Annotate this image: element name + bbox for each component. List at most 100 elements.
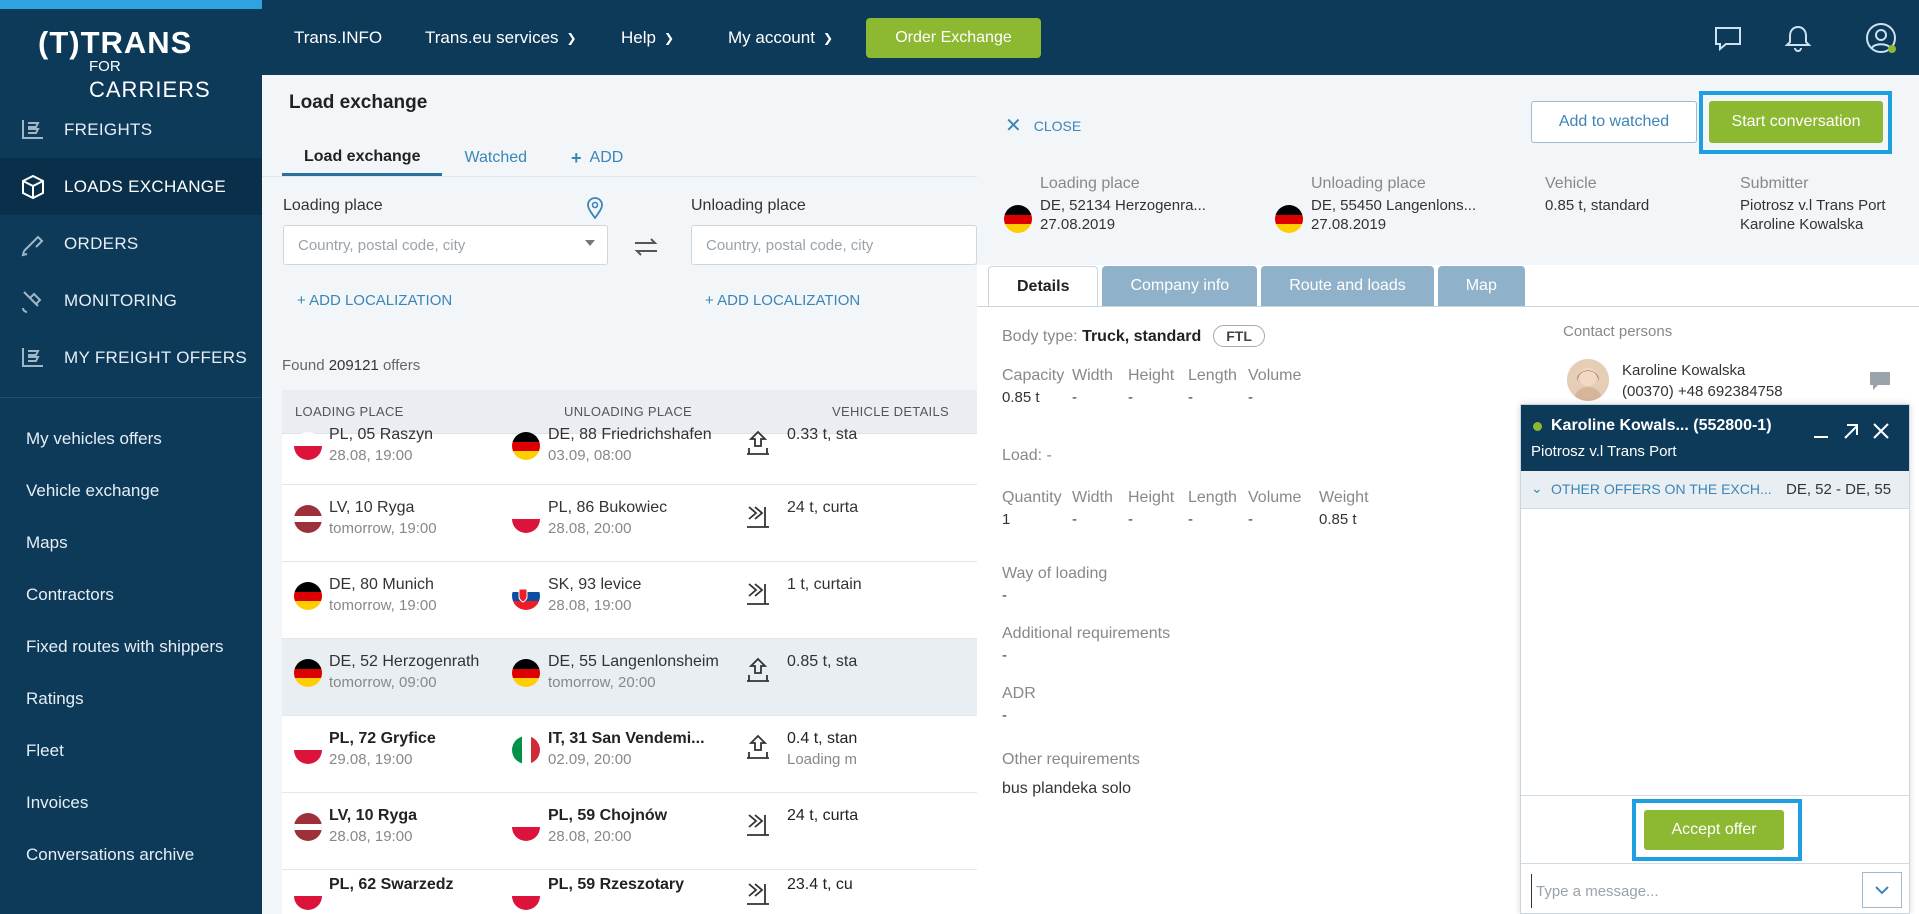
menu-trans-services[interactable]: Trans.eu services ❯	[425, 0, 577, 75]
summary-loading-date: 27.08.2019	[1040, 216, 1116, 233]
table-row[interactable]: DE, 52 Herzogenrath tomorrow, 09:00 DE, 55…	[282, 639, 977, 716]
load-weight-label: Weight	[1319, 489, 1369, 506]
table-row[interactable]: LV, 10 Ryga 28.08, 19:00 PL, 59 Chojnów 28.…	[282, 793, 977, 870]
table-row[interactable]: PL, 72 Gryfice 29.08, 19:00 IT, 31 San Ven…	[282, 716, 977, 793]
order-exchange-button[interactable]: Order Exchange	[866, 18, 1041, 58]
summary-loading-place: DE, 52134 Herzogenra...	[1040, 197, 1206, 214]
sidebar-item-invoices[interactable]: Invoices	[0, 777, 262, 829]
bell-icon[interactable]	[1782, 22, 1814, 54]
flag-pl-icon	[512, 505, 540, 533]
row-unloading-place: DE, 88 Friedrichshafen	[548, 426, 712, 443]
summary-unloading-date: 27.08.2019	[1311, 216, 1387, 233]
logo[interactable]: (T)TRANS FOR CARRIERS	[38, 25, 228, 102]
flag-pl-icon	[294, 432, 322, 460]
header-unloading-place[interactable]: UNLOADING PLACE	[564, 404, 692, 419]
close-icon[interactable]	[1871, 421, 1891, 441]
tab-route-and-loads[interactable]: Route and loads	[1261, 266, 1434, 306]
row-loading-date: 29.08, 19:00	[329, 751, 413, 768]
sidebar-main-nav: FREIGHTS LOADS EXCHANGE ORDERS MONITORIN…	[0, 101, 262, 386]
row-unloading-place: PL, 59 Rzeszotary	[548, 876, 685, 893]
row-unloading-date: 02.09, 20:00	[548, 751, 632, 768]
flag-lv-icon	[294, 505, 322, 533]
body-type-value: Truck, standard	[1082, 328, 1202, 345]
add-to-watched-button[interactable]: Add to watched	[1531, 101, 1697, 143]
tab-load-exchange[interactable]: Load exchange	[282, 140, 443, 176]
loading-place-input[interactable]: Country, postal code, city	[283, 225, 608, 265]
header-vehicle-details[interactable]: VEHICLE DETAILS	[832, 404, 949, 419]
sidebar-item-orders[interactable]: ORDERS	[0, 215, 262, 272]
tab-company-info[interactable]: Company info	[1102, 266, 1258, 306]
swap-icon[interactable]	[632, 235, 660, 259]
load-up-icon	[747, 734, 769, 759]
other-offers-bar[interactable]: ⌄ OTHER OFFERS ON THE EXCH... DE, 52 - D…	[1521, 471, 1909, 509]
cap-length-value: -	[1188, 389, 1193, 406]
chat-message-input[interactable]: Type a message...	[1531, 874, 1851, 908]
sidebar-item-maps[interactable]: Maps	[0, 517, 262, 569]
start-conversation-button[interactable]: Start conversation	[1709, 101, 1883, 143]
chat-contact-company: Piotrosz v.l Trans Port	[1531, 443, 1677, 460]
sidebar-item-ratings[interactable]: Ratings	[0, 673, 262, 725]
unloading-place-input[interactable]: Country, postal code, city	[691, 225, 977, 265]
sidebar-item-conversations-archive[interactable]: Conversations archive	[0, 829, 262, 881]
sidebar-item-label: MY FREIGHT OFFERS	[64, 347, 247, 367]
summary-submitter-company: Piotrosz v.l Trans Port	[1740, 197, 1886, 214]
sidebar-item-loads-exchange[interactable]: LOADS EXCHANGE	[0, 158, 262, 215]
cap-height-label: Height	[1128, 367, 1175, 384]
table-row[interactable]: PL, 05 Raszyn 28.08, 19:00 DE, 88 Friedric…	[282, 426, 977, 485]
sidebar-item-fleet[interactable]: Fleet	[0, 725, 262, 777]
satellite-icon	[22, 290, 42, 313]
header-loading-place[interactable]: LOADING PLACE	[295, 404, 404, 419]
loading-place-filter: Loading place Country, postal code, city	[283, 197, 608, 265]
cap-height-value: -	[1128, 389, 1133, 406]
chat-icon[interactable]	[1712, 22, 1744, 54]
load-length-value: -	[1188, 511, 1193, 528]
user-avatar-icon[interactable]	[1865, 22, 1897, 54]
flag-sk-icon	[512, 582, 540, 610]
sidebar-item-freights[interactable]: FREIGHTS	[0, 101, 262, 158]
sidebar-item-my-freight-offers[interactable]: MY FREIGHT OFFERS	[0, 329, 262, 386]
tab-details[interactable]: Details	[988, 266, 1099, 306]
table-row[interactable]: LV, 10 Ryga tomorrow, 19:00 PL, 86 Bukowie…	[282, 485, 977, 562]
additional-requirements-label: Additional requirements	[1002, 625, 1171, 642]
app-root: (T)TRANS FOR CARRIERS FREIGHTS LOADS EXC…	[0, 0, 1919, 914]
sidebar-item-contractors[interactable]: Contractors	[0, 569, 262, 621]
expand-icon[interactable]	[1841, 421, 1861, 441]
sidebar-item-my-vehicles-offers[interactable]: My vehicles offers	[0, 413, 262, 465]
tab-map[interactable]: Map	[1437, 266, 1525, 306]
sidebar: (T)TRANS FOR CARRIERS FREIGHTS LOADS EXC…	[0, 0, 262, 914]
location-pin-icon[interactable]	[586, 197, 604, 219]
row-loading-date: tomorrow, 19:00	[329, 597, 437, 614]
found-count: 209121	[328, 357, 379, 374]
add-localization-unloading[interactable]: + ADD LOCALIZATION	[705, 292, 860, 309]
load-side-icon	[747, 883, 769, 905]
close-button[interactable]: ✕ CLOSE	[1005, 113, 1081, 138]
other-offers-link[interactable]: OTHER OFFERS ON THE EXCH...	[1551, 481, 1772, 497]
sidebar-item-fixed-routes[interactable]: Fixed routes with shippers	[0, 621, 262, 673]
menu-help[interactable]: Help ❯	[621, 0, 674, 75]
tab-add[interactable]: + ADD	[549, 140, 645, 176]
flag-de-icon	[1275, 205, 1303, 233]
menu-my-account[interactable]: My account ❯	[728, 0, 833, 75]
flag-de-icon	[294, 659, 322, 687]
table-row[interactable]: PL, 62 Swarzedz PL, 59 Rzeszotary 23.4 t, …	[282, 870, 977, 914]
minimize-icon[interactable]	[1811, 421, 1831, 441]
way-of-loading-label: Way of loading	[1002, 565, 1108, 582]
body-type-label: Body type:	[1002, 328, 1078, 345]
message-icon[interactable]	[1869, 371, 1891, 391]
sidebar-item-monitoring[interactable]: MONITORING	[0, 272, 262, 329]
body-type: Body type: Truck, standard FTL	[1002, 325, 1265, 347]
row-vehicle-details: 23.4 t, cu	[787, 876, 853, 893]
tab-watched[interactable]: Watched	[442, 140, 549, 176]
detail-tab-divider	[977, 306, 1919, 307]
cap-capacity-label: Capacity	[1002, 367, 1065, 384]
table-row[interactable]: DE, 80 Munich tomorrow, 19:00 SK, 93 levic…	[282, 562, 977, 639]
row-vehicle-details: 1 t, curtain	[787, 576, 862, 593]
sidebar-item-vehicle-exchange[interactable]: Vehicle exchange	[0, 465, 262, 517]
add-localization-label: ADD LOCALIZATION	[717, 292, 861, 309]
load-volume-label: Volume	[1248, 489, 1302, 506]
menu-trans-info[interactable]: Trans.INFO	[294, 0, 382, 75]
add-localization-loading[interactable]: + ADD LOCALIZATION	[297, 292, 452, 309]
chat-options-button[interactable]	[1862, 872, 1902, 908]
accept-offer-button[interactable]: Accept offer	[1644, 810, 1784, 850]
row-unloading-date: tomorrow, 20:00	[548, 674, 656, 691]
